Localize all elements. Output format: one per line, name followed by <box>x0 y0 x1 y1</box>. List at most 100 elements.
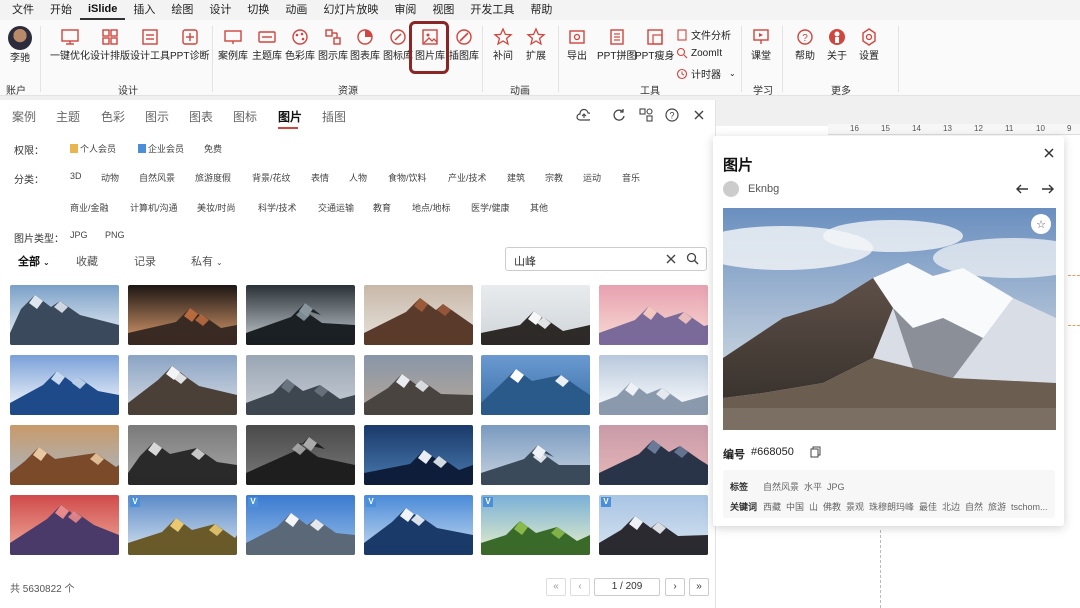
settings-button[interactable]: 设置 <box>858 26 880 63</box>
category-option[interactable]: 表情 <box>311 171 329 184</box>
gallery-thumbnail[interactable]: V <box>481 495 590 555</box>
gallery-thumbnail[interactable] <box>128 355 237 415</box>
help-circle-icon[interactable]: ? <box>665 108 679 122</box>
design-tools-button[interactable]: 设计工具 <box>130 26 170 63</box>
last-page-button[interactable]: » <box>689 578 709 596</box>
gallery-thumbnail[interactable] <box>246 285 355 345</box>
page-indicator[interactable]: 1 / 209 <box>594 578 660 596</box>
gallery-thumbnail[interactable] <box>481 355 590 415</box>
category-option[interactable]: 产业/技术 <box>448 171 487 184</box>
user-account-button[interactable]: 李驰 <box>8 26 32 65</box>
menu-item[interactable]: 视图 <box>424 0 462 20</box>
tab-0[interactable]: 案例 <box>12 108 36 125</box>
menu-item[interactable]: 幻灯片放映 <box>315 0 386 20</box>
category-option[interactable]: 3D <box>70 171 82 181</box>
permission-option[interactable]: 免费 <box>204 142 222 155</box>
subtab-option[interactable]: 私有 ⌄ <box>191 253 223 269</box>
search-icon[interactable] <box>686 252 699 265</box>
gallery-thumbnail[interactable]: V <box>246 495 355 555</box>
menu-item[interactable]: 设计 <box>201 0 239 20</box>
category-option[interactable]: 地点/地标 <box>412 201 451 214</box>
category-option[interactable]: 食物/饮料 <box>388 171 427 184</box>
category-option[interactable]: 自然风景 <box>139 171 175 184</box>
expand-button[interactable]: 扩展 <box>525 26 547 63</box>
gallery-thumbnail[interactable] <box>10 285 119 345</box>
permission-option[interactable]: 企业会员 <box>138 142 184 155</box>
category-option[interactable]: 科学/技术 <box>258 201 297 214</box>
ppt-merge-button[interactable]: PPT拼图 <box>597 26 636 63</box>
gallery-thumbnail[interactable] <box>128 425 237 485</box>
gallery-thumbnail[interactable] <box>10 355 119 415</box>
menu-item[interactable]: 插入 <box>125 0 163 20</box>
gallery-thumbnail[interactable]: V <box>599 495 708 555</box>
menu-item[interactable]: 动画 <box>277 0 315 20</box>
category-option[interactable]: 美妆/时尚 <box>197 201 236 214</box>
tab-4[interactable]: 图表 <box>189 108 213 125</box>
gallery-thumbnail[interactable] <box>599 285 708 345</box>
one-key-optimize-button[interactable]: 一键优化 <box>50 26 90 63</box>
gallery-thumbnail[interactable] <box>599 425 708 485</box>
favorite-star-icon[interactable]: ☆ <box>1031 214 1051 234</box>
help-button[interactable]: ? 帮助 <box>794 26 816 63</box>
arrow-left-icon[interactable] <box>1015 183 1029 195</box>
category-option[interactable]: 商业/金融 <box>70 201 109 214</box>
prev-page-button[interactable]: ‹ <box>570 578 590 596</box>
category-option[interactable]: 背景/花纹 <box>252 171 291 184</box>
gallery-thumbnail[interactable]: V <box>128 495 237 555</box>
course-button[interactable]: 课堂 <box>750 26 772 63</box>
arrow-right-icon[interactable] <box>1041 183 1055 195</box>
cloud-upload-icon[interactable] <box>576 108 590 122</box>
category-option[interactable]: 动物 <box>101 171 119 184</box>
refresh-icon[interactable] <box>612 108 626 122</box>
gallery-thumbnail[interactable]: V <box>364 495 473 555</box>
clear-icon[interactable] <box>665 253 677 265</box>
category-option[interactable]: 建筑 <box>507 171 525 184</box>
first-page-button[interactable]: « <box>546 578 566 596</box>
tab-7[interactable]: 插图 <box>322 108 346 125</box>
close-icon[interactable] <box>692 108 706 122</box>
tween-button[interactable]: 补间 <box>492 26 514 63</box>
share-icon[interactable] <box>639 108 653 122</box>
subtab-option[interactable]: 收藏 <box>76 253 98 269</box>
tab-3[interactable]: 图示 <box>145 108 169 125</box>
menu-item[interactable]: 开始 <box>42 0 80 20</box>
about-button[interactable]: 关于 <box>826 26 848 63</box>
gallery-thumbnail[interactable] <box>364 285 473 345</box>
category-option[interactable]: 计算机/沟通 <box>130 201 178 214</box>
illustration-library-button[interactable]: 插图库 <box>449 26 479 63</box>
menu-item[interactable]: iSlide <box>80 0 126 20</box>
menu-item[interactable]: 帮助 <box>522 0 560 20</box>
gallery-thumbnail[interactable] <box>10 425 119 485</box>
category-option[interactable]: 教育 <box>373 201 391 214</box>
category-option[interactable]: 人物 <box>349 171 367 184</box>
category-option[interactable]: 医学/健康 <box>471 201 510 214</box>
type-option[interactable]: JPG <box>70 230 88 240</box>
theme-library-button[interactable]: 主题库 <box>252 26 282 63</box>
export-button[interactable]: 导出 <box>566 26 588 63</box>
menu-item[interactable]: 文件 <box>4 0 42 20</box>
category-option[interactable]: 旅游度假 <box>195 171 231 184</box>
gallery-thumbnail[interactable] <box>364 425 473 485</box>
tab-5[interactable]: 图标 <box>233 108 257 125</box>
gallery-thumbnail[interactable] <box>246 355 355 415</box>
tab-2[interactable]: 色彩 <box>101 108 125 125</box>
category-option[interactable]: 音乐 <box>622 171 640 184</box>
gallery-thumbnail[interactable] <box>128 285 237 345</box>
menu-item[interactable]: 审阅 <box>386 0 424 20</box>
case-library-button[interactable]: 案例库 <box>218 26 248 63</box>
menu-item[interactable]: 开发工具 <box>462 0 522 20</box>
file-analysis-button[interactable]: 文件分析 <box>676 27 731 42</box>
timer-button[interactable]: 计时器 ⌄ <box>676 66 736 81</box>
gallery-thumbnail[interactable] <box>481 285 590 345</box>
close-icon[interactable] <box>1043 147 1055 159</box>
ppt-slim-button[interactable]: PPT瘦身 <box>635 26 674 63</box>
subtab-option[interactable]: 记录 <box>134 253 156 269</box>
menu-item[interactable]: 绘图 <box>163 0 201 20</box>
copy-icon[interactable] <box>810 446 821 458</box>
design-layout-button[interactable]: 设计排版 <box>90 26 130 63</box>
menu-item[interactable]: 切换 <box>239 0 277 20</box>
preview-image[interactable]: ☆ <box>723 208 1056 430</box>
category-option[interactable]: 其他 <box>530 201 548 214</box>
search-box[interactable]: 山峰 <box>505 247 707 271</box>
diagram-library-button[interactable]: 图示库 <box>318 26 348 63</box>
